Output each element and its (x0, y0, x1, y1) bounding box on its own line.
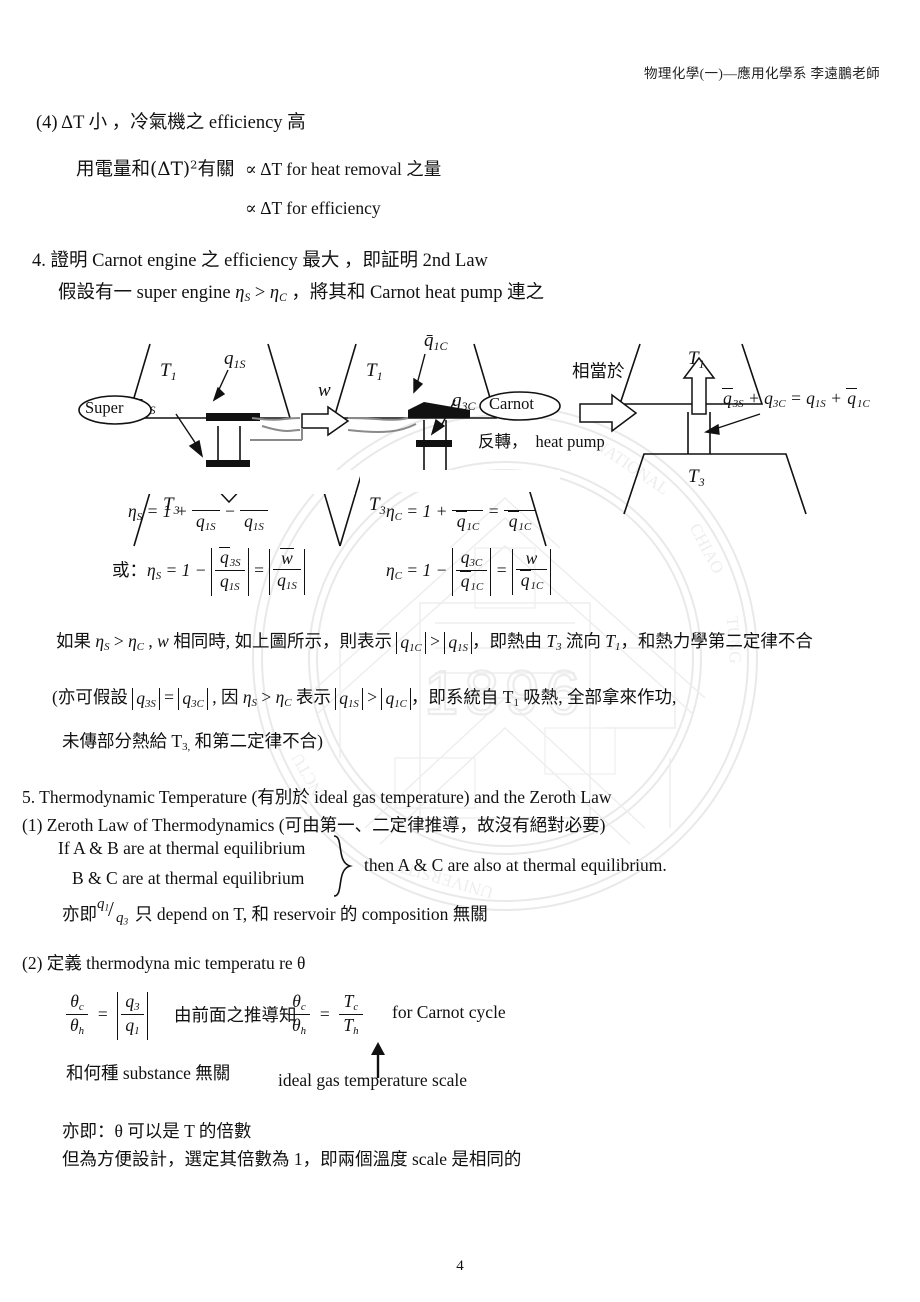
q1S-heat-bar (206, 413, 260, 421)
reversed-text: 反轉， (478, 432, 528, 451)
section4-line2-a: 假設有一 super engine (58, 283, 236, 303)
derive-text: 由前面之推導知 (174, 1005, 297, 1025)
eta-c-sub: C (279, 292, 287, 305)
eta-s-symbol: ηS (235, 283, 250, 304)
equivalent-arrow (579, 393, 638, 433)
label-T3-right: T3 (369, 494, 386, 517)
work-arrow (301, 405, 350, 437)
section5-item2: (2) 定義 thermodyna mic temperatu re θ (22, 953, 306, 973)
scale-note: ideal gas temperature scale (278, 1070, 467, 1090)
theta-ratio-definition: θc θh = q3 q1 (66, 991, 148, 1040)
ratio-den: q (116, 910, 124, 926)
q3C-heat-bar (416, 440, 452, 447)
section5-item1: (1) Zeroth Law of Thermodynamics (可由第一、二… (22, 815, 606, 835)
section4-line1: 4. 證明 Carnot engine 之 efficiency 最大 ，即証明… (32, 251, 488, 271)
label-T3-equiv: T3 (688, 466, 705, 489)
label-q3C: q3C (452, 390, 477, 413)
theta-equals-T-ratio: θc θh = Tc Th (288, 991, 363, 1040)
q1-over-q3-fraction: q1 / q3 (97, 896, 129, 928)
zeroth-condition-2: B & C are at thermal equilibrium (72, 868, 305, 888)
label-T1-left: T1 (160, 360, 177, 383)
carnot-label: Carnot (489, 394, 534, 413)
item4-line1: (4) ΔT 小 ，冷氣機之 efficiency 高 (36, 113, 306, 133)
substance-note: 和何種 substance 無關 (66, 1063, 231, 1083)
item4-line2-tail: 有關 (197, 160, 235, 180)
section5-title: 5. Thermodynamic Temperature (有別於 ideal … (22, 787, 612, 807)
eta-c-partial-formula: ηC = 1 + q1C = q1C (386, 490, 536, 536)
section4-line2-b: ，將其和 Carnot heat pump 連之 (286, 283, 545, 303)
super-label: Super (85, 398, 124, 417)
ratio-num: q (97, 896, 105, 912)
eta-s-partial-formula: ηS = 1 + q1S − q1S (128, 490, 268, 536)
occluder-right-top (360, 470, 560, 492)
final-note-1: 亦即：θ 可以是 T 的倍數 (62, 1121, 252, 1141)
ratio-line: 亦即 q1 / q3 只 depend on T, 和 reservoir 的 … (62, 896, 488, 930)
final-note-2: 但為方便設計，選定其倍數為 1，即兩個溫度 scale 是相同的 (62, 1149, 522, 1169)
equivalent-label: 相當於 (572, 361, 625, 381)
label-q1S: q1S (224, 348, 246, 371)
item4-prop1: ∝ ΔT for heat removal 之量 (245, 159, 442, 179)
paragraph-2: (亦可假設 q3S = q3C , 因 ηS > ηC 表示 q1S > q1C… (52, 687, 677, 710)
heat-pump-text: heat pump (535, 432, 605, 451)
delta-paren: (ΔT) (150, 159, 191, 180)
document-page: 1896 NATIONAL CHIAO TUNG UNIVERSITY NCTU… (0, 0, 920, 1302)
item4-prop2: ∝ ΔT for efficiency (245, 198, 381, 218)
label-w: w (318, 380, 331, 401)
eta-c-glyph: η (269, 283, 280, 303)
label-T1-equiv: T1 (688, 348, 705, 371)
zeroth-law-brace (333, 835, 353, 897)
section4-line2: 假設有一 super engine ηS > ηC ，將其和 Carnot he… (58, 278, 544, 304)
item4-line2: 用電量和(ΔT)2有關 (76, 155, 234, 181)
balance-equation: q3S + q3C = q1S + q1C (722, 388, 870, 411)
for-carnot-cycle: for Carnot cycle (392, 1002, 506, 1022)
paragraph-3: 未傳部分熱給 T3, 和第二定律不合) (62, 731, 323, 754)
zeroth-condition-1: If A & B are at thermal equilibrium (58, 838, 306, 858)
ratio-prefix: 亦即 (62, 904, 97, 924)
occluder-left-top (125, 470, 355, 494)
page-header-course: 物理化學(一)—應用化學系 李遠鵬老師 (644, 66, 880, 81)
label-T1-right: T1 (366, 360, 383, 383)
item4-delta-term: (ΔT)2 (150, 158, 197, 180)
eta-c-symbol: ηC (269, 283, 287, 305)
label-q1C: q̄1C (424, 330, 449, 353)
ratio-den-sub: 3 (123, 917, 129, 928)
item4-line2-left: 用電量和 (76, 160, 151, 180)
eta-c-formula: ηC = 1 − q3C q1C = w q1C (386, 547, 552, 596)
zeroth-conclusion: then A & C are also at thermal equilibri… (364, 855, 667, 875)
ratio-tail: 只 depend on T, 和 reservoir 的 composition… (135, 904, 488, 924)
reversed-label: 反轉， heat pump (478, 428, 605, 452)
eta-s-formula: 或：ηS = 1 − q3S q1S = w q1S (112, 547, 305, 596)
greater-than-1: > (250, 283, 270, 303)
q3S-heat-bar (206, 460, 250, 467)
page-number: 4 (456, 1258, 464, 1274)
paragraph-1: 如果 ηS > ηC , w 相同時, 如上圖所示，則表示 q1C > q1S，… (56, 631, 813, 654)
